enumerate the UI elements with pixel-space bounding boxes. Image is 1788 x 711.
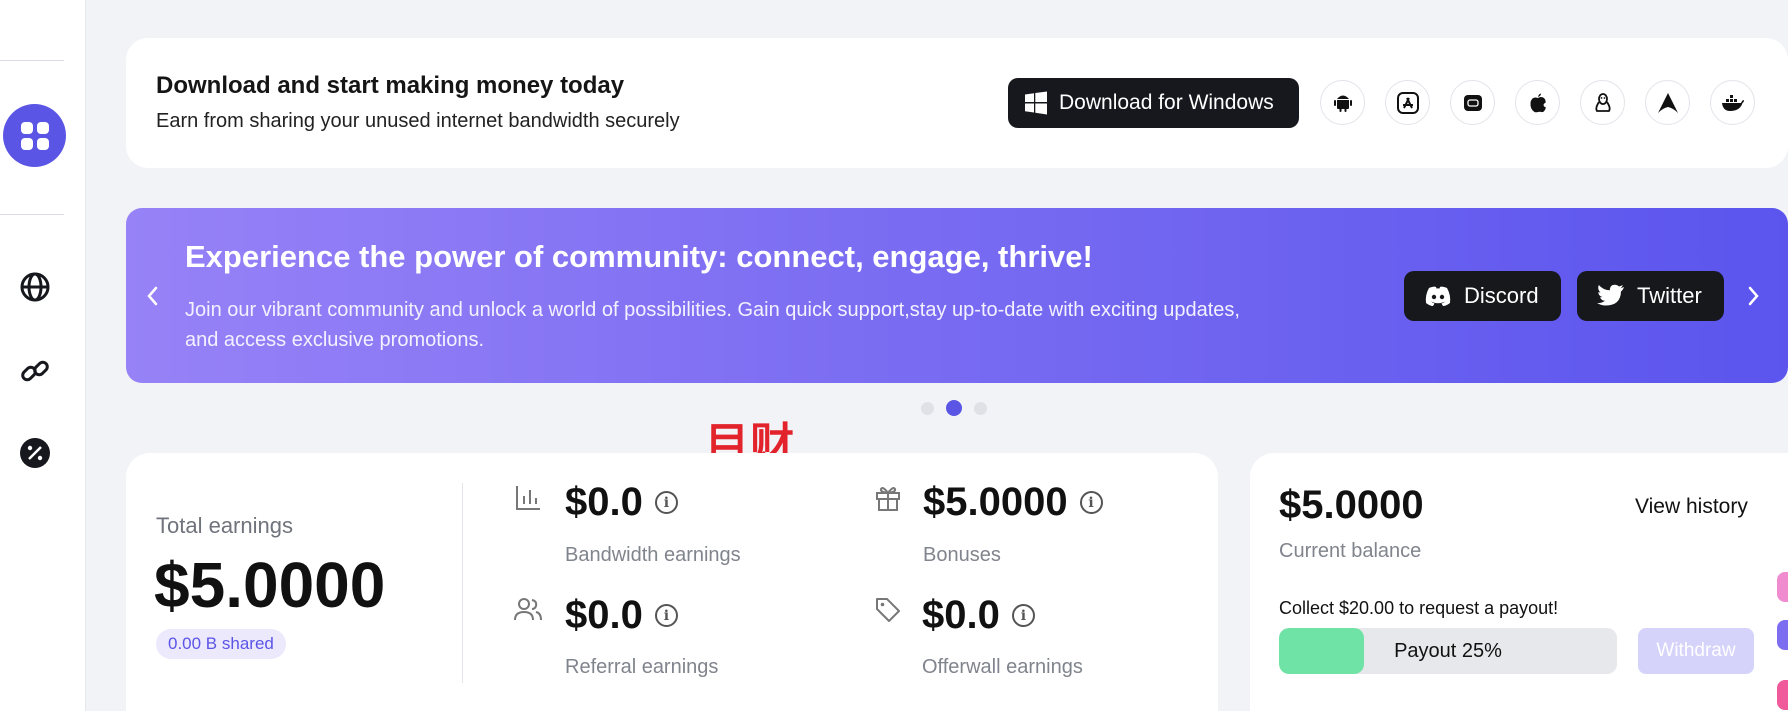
total-earnings-value: $5.0000 (154, 549, 386, 621)
windows-icon (1025, 91, 1047, 115)
platform-raspberry-button[interactable] (1450, 80, 1495, 125)
current-balance-label: Current balance (1279, 540, 1422, 562)
withdraw-button[interactable]: Withdraw (1638, 628, 1754, 674)
platform-arch-button[interactable] (1645, 80, 1690, 125)
bonuses-label: Bonuses (923, 544, 1001, 566)
download-windows-button[interactable]: Download for Windows (1008, 78, 1299, 128)
banner-prev-button[interactable] (138, 276, 166, 316)
info-icon[interactable]: i (654, 491, 678, 514)
offerwall-earnings-value: $0.0 i (922, 593, 1035, 638)
banner-text: Join our vibrant community and unlock a … (185, 299, 1240, 351)
info-icon[interactable]: i (1011, 604, 1035, 627)
info-icon[interactable]: i (654, 604, 678, 627)
docker-icon (1721, 94, 1744, 111)
discord-button[interactable]: Discord (1404, 271, 1561, 321)
bandwidth-earnings-label: Bandwidth earnings (565, 544, 741, 566)
chevron-left-icon (147, 286, 158, 306)
discord-label: Discord (1464, 283, 1539, 308)
total-earnings-label: Total earnings (156, 513, 293, 538)
download-title: Download and start making money today (156, 72, 625, 99)
android-icon (1333, 95, 1352, 112)
balance-card: $5.0000 Current balance View history Col… (1250, 453, 1788, 711)
info-icon[interactable]: i (1079, 491, 1103, 514)
dashboard-icon (20, 121, 49, 150)
banner-next-button[interactable] (1740, 276, 1768, 316)
community-banner: Experience the power of community: conne… (126, 208, 1788, 383)
linux-icon (1594, 92, 1611, 112)
current-balance-value: $5.0000 (1279, 483, 1424, 527)
sidebar (0, 0, 86, 711)
app-store-icon (1396, 91, 1419, 114)
platform-mac-button[interactable] (1515, 80, 1560, 125)
floating-widget[interactable] (1777, 620, 1788, 650)
offerwall-earnings-label: Offerwall earnings (922, 656, 1083, 678)
chevron-right-icon (1748, 286, 1759, 306)
platform-android-button[interactable] (1320, 80, 1365, 125)
collect-threshold-text: Collect $20.00 to request a payout! (1279, 598, 1559, 618)
sidebar-item-offers[interactable] (18, 436, 52, 470)
referral-value-text: $0.0 (565, 593, 643, 637)
discord-icon (1425, 286, 1451, 306)
tag-icon (872, 594, 904, 626)
sidebar-item-dashboard[interactable] (3, 104, 66, 167)
download-card: Download and start making money today Ea… (126, 38, 1788, 168)
download-subtitle: Earn from sharing your unused internet b… (156, 110, 680, 132)
platform-linux-button[interactable] (1580, 80, 1625, 125)
globe-icon (20, 272, 50, 302)
offerwall-value-text: $0.0 (922, 593, 1000, 637)
percent-icon (20, 438, 50, 468)
bonuses-value-text: $5.0000 (923, 480, 1068, 524)
raspberry-chip-icon (1463, 94, 1482, 111)
floating-widget[interactable] (1777, 680, 1788, 710)
earnings-card: Total earnings $5.0000 0.00 B shared $0.… (126, 453, 1218, 711)
platform-appstore-button[interactable] (1385, 80, 1430, 125)
banner-title: Experience the power of community: conne… (185, 239, 1093, 274)
sidebar-divider (0, 214, 64, 215)
payout-progress-label: Payout 25% (1394, 639, 1502, 662)
carousel-dot[interactable] (974, 401, 987, 415)
sidebar-item-proxy[interactable] (18, 270, 52, 304)
view-history-link[interactable]: View history (1635, 495, 1748, 519)
download-windows-label: Download for Windows (1059, 91, 1274, 114)
platform-docker-button[interactable] (1710, 80, 1755, 125)
bandwidth-value-text: $0.0 (565, 480, 643, 524)
floating-widget[interactable] (1777, 572, 1788, 602)
referral-earnings-value: $0.0 i (565, 593, 678, 638)
carousel-dot-active[interactable] (946, 400, 962, 416)
gift-icon (872, 482, 904, 514)
users-icon (512, 594, 544, 626)
payout-progress-bar: Payout 25% (1279, 628, 1617, 674)
link-icon (21, 360, 49, 382)
bandwidth-earnings-value: $0.0 i (565, 480, 678, 525)
twitter-label: Twitter (1637, 283, 1702, 308)
twitter-button[interactable]: Twitter (1577, 271, 1724, 321)
carousel-dots (921, 400, 987, 416)
apple-icon (1529, 93, 1546, 112)
twitter-icon (1597, 284, 1624, 306)
earnings-divider (462, 483, 463, 683)
arch-linux-icon (1657, 92, 1678, 113)
carousel-dot[interactable] (921, 401, 934, 415)
bonuses-value: $5.0000 i (923, 480, 1103, 525)
sidebar-divider (0, 60, 64, 61)
sidebar-item-referral[interactable] (18, 354, 52, 388)
shared-badge: 0.00 B shared (156, 629, 286, 659)
bar-chart-icon (512, 482, 544, 514)
referral-earnings-label: Referral earnings (565, 656, 719, 678)
